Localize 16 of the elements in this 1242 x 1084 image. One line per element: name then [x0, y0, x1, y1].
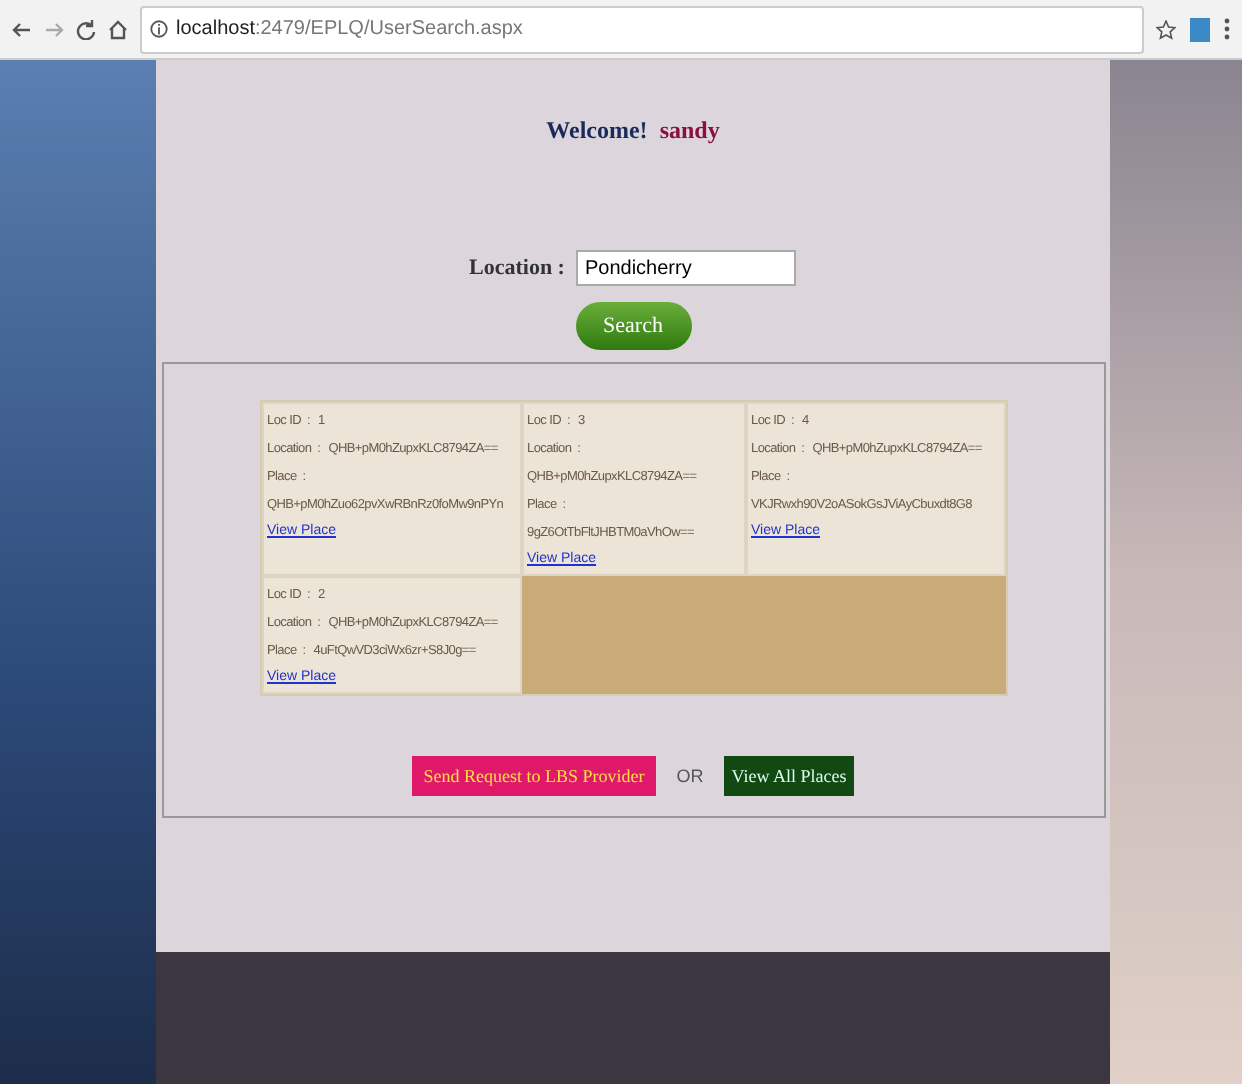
search-button[interactable]: Search — [575, 302, 691, 350]
location-label: Location : — [469, 256, 565, 280]
user-name: sandy — [659, 116, 720, 146]
back-icon[interactable] — [12, 19, 32, 39]
view-all-places-button[interactable]: View All Places — [723, 756, 855, 796]
or-text: OR — [676, 766, 704, 786]
extension-icon[interactable] — [1188, 15, 1212, 43]
star-icon[interactable] — [1156, 19, 1176, 39]
send-request-button[interactable]: Send Request to LBS Provider — [411, 756, 657, 796]
welcome-label: Welcome! — [546, 116, 648, 146]
address-bar[interactable]: localhost:2479/EPLQ/UserSearch.aspx — [140, 5, 1144, 53]
location-field[interactable]: Pondicherry — [576, 250, 797, 286]
home-icon[interactable] — [108, 19, 128, 39]
info-icon — [150, 20, 168, 38]
menu-icon[interactable] — [1224, 18, 1230, 40]
reload-icon[interactable] — [76, 19, 96, 39]
